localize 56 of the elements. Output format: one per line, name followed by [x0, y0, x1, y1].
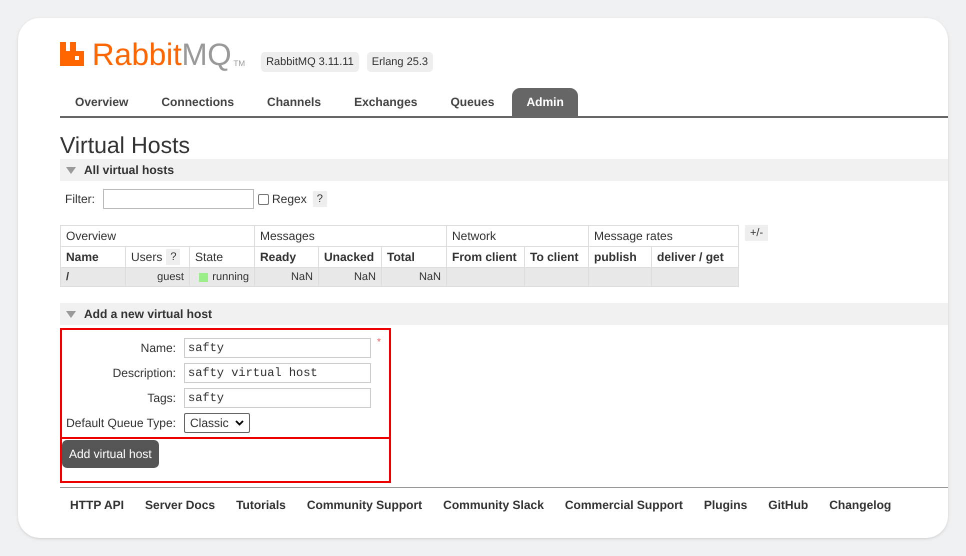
- field-label: Tags:: [146, 390, 177, 406]
- columns-toggle-button[interactable]: +/-: [745, 225, 768, 241]
- nav-tab[interactable]: Exchanges: [339, 88, 432, 116]
- logo-text: Rabbit: [92, 39, 182, 70]
- state-text: running: [212, 270, 249, 285]
- logo-icon: [60, 42, 84, 66]
- version-badge: Erlang 25.3: [366, 52, 434, 72]
- chevron-down-icon: [234, 420, 244, 426]
- footer-link[interactable]: Plugins: [704, 496, 748, 514]
- help-button[interactable]: ?: [312, 190, 327, 208]
- section-header[interactable]: Add a new virtual host: [60, 303, 948, 325]
- table-cell: NaN: [382, 268, 446, 286]
- footer-link[interactable]: GitHub: [768, 496, 808, 514]
- footer-link[interactable]: Community Slack: [443, 496, 544, 514]
- text-field[interactable]: safty virtual host: [184, 362, 371, 382]
- queue-type-select[interactable]: Classic: [184, 412, 250, 432]
- table-cell: /: [60, 268, 126, 286]
- column-group-header: Message rates: [588, 226, 738, 246]
- column-group-header: Overview: [60, 226, 254, 246]
- required-mark: *: [377, 336, 381, 350]
- version-badge: RabbitMQ 3.11.11: [261, 52, 359, 72]
- footer-link[interactable]: Changelog: [829, 496, 892, 514]
- page-title: Virtual Hosts: [60, 134, 191, 157]
- footer-link[interactable]: HTTP API: [70, 496, 124, 514]
- text-field[interactable]: safty: [184, 388, 371, 408]
- nav-tab[interactable]: Overview: [60, 88, 144, 116]
- collapse-triangle-icon[interactable]: [66, 310, 76, 318]
- regex-checkbox[interactable]: [258, 194, 269, 204]
- table-cell: NaN: [318, 268, 382, 286]
- filter-label: Filter:: [65, 191, 95, 208]
- collapse-triangle-icon[interactable]: [66, 166, 76, 174]
- column-group-header: Network: [446, 226, 588, 246]
- table-cell: guest: [126, 268, 190, 286]
- field-label: Default Queue Type:: [65, 414, 177, 432]
- help-button[interactable]: ?: [166, 248, 180, 266]
- column-group-header: Messages: [254, 226, 446, 246]
- footer-link[interactable]: Commercial Support: [564, 496, 683, 514]
- trademark-text: TM: [234, 58, 246, 70]
- table-cell: NaN: [254, 268, 318, 286]
- filter-field[interactable]: [103, 189, 254, 209]
- column-label: Users: [131, 249, 162, 266]
- logo-text: MQ: [182, 39, 232, 70]
- field-label: Name:: [140, 340, 177, 356]
- footer-link[interactable]: Tutorials: [236, 496, 286, 514]
- field-label: Description:: [112, 364, 177, 382]
- nav-tab[interactable]: Queues: [435, 88, 510, 116]
- nav-tab[interactable]: Connections: [146, 88, 250, 116]
- nav-tab[interactable]: Channels: [252, 88, 336, 116]
- nav-tab[interactable]: Admin: [512, 88, 578, 116]
- section-header[interactable]: All virtual hosts: [60, 159, 948, 181]
- footer-link[interactable]: Server Docs: [145, 496, 216, 514]
- footer-link[interactable]: Community Support: [306, 496, 422, 514]
- text-field[interactable]: safty: [184, 338, 371, 358]
- column-header[interactable]: Users ?: [126, 246, 190, 268]
- add-virtual-host-button[interactable]: Add virtual host: [62, 440, 159, 468]
- regex-label: Regex: [272, 191, 307, 208]
